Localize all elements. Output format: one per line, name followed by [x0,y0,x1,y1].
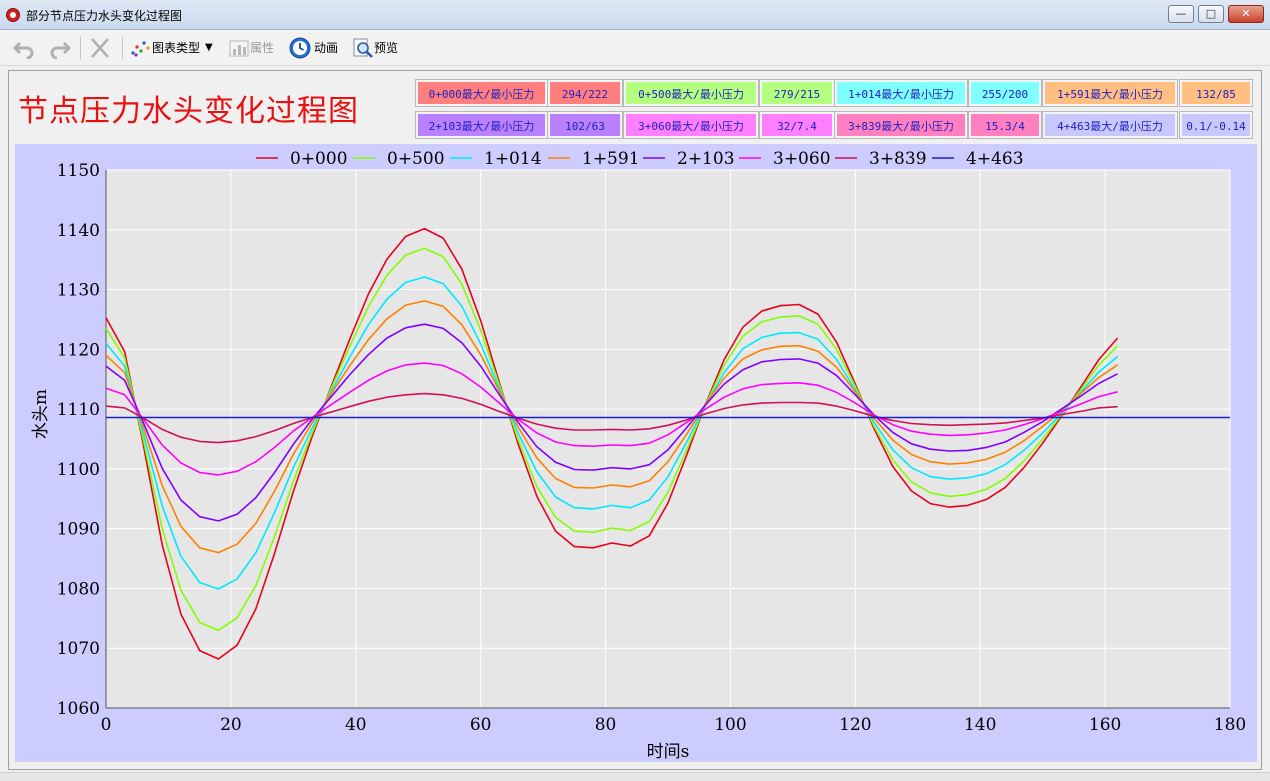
minimize-button[interactable]: — [1168,5,1194,23]
chart-type-button[interactable]: 图表类型 ▼ [130,36,213,60]
pressure-value-cell: 294/222 [547,79,623,107]
maximize-button[interactable]: □ [1198,5,1224,23]
redo-icon[interactable] [48,36,72,60]
animation-button[interactable]: 动画 [288,36,338,60]
pressure-label-cell: 3+060最大/最小压力 [623,111,759,139]
toolbar: 图表类型 ▼ 属性 动画 预览 [0,30,1270,66]
close-button[interactable]: ✕ [1228,5,1264,23]
properties-label: 属性 [250,41,275,55]
pressure-label-cell: 0+500最大/最小压力 [623,79,759,107]
delete-icon[interactable] [88,36,112,60]
preview-label: 预览 [374,41,399,55]
properties-button[interactable]: 属性 [228,36,274,60]
pressure-label-cell: 1+014最大/最小压力 [834,79,968,107]
preview-button[interactable]: 预览 [352,36,398,60]
pressure-value-cell: 32/7.4 [759,111,835,139]
bar-chart-icon [229,40,249,57]
window-title-bar: 部分节点压力水头变化过程图 — □ ✕ [0,0,1270,30]
pressure-label-cell: 3+839最大/最小压力 [834,111,968,139]
scatter-chart-icon [131,41,150,57]
pressure-value-cell: 102/63 [547,111,623,139]
plot-background [15,144,1257,762]
pressure-value-cell: 255/200 [968,79,1042,107]
window-title: 部分节点压力水头变化过程图 [26,9,183,23]
pressure-label-cell: 4+463最大/最小压力 [1042,111,1178,139]
chart-title: 节点压力水头变化过程图 [18,94,359,129]
animation-label: 动画 [314,41,339,55]
magnifier-icon [353,38,373,58]
clock-icon [289,37,311,59]
pressure-value-cell: 0.1/-0.14 [1179,111,1253,139]
pressure-label-cell: 0+000最大/最小压力 [415,79,548,107]
pressure-value-cell: 279/215 [759,79,835,107]
pressure-label-cell: 2+103最大/最小压力 [415,111,548,139]
undo-icon[interactable] [12,36,36,60]
app-icon [6,8,20,22]
pressure-label-cell: 1+591最大/最小压力 [1042,79,1178,107]
pressure-value-cell: 15.3/4 [968,111,1042,139]
pressure-value-cell: 132/85 [1179,79,1253,107]
chart-type-label: 图表类型 [152,41,201,55]
chevron-down-icon: ▼ [205,42,213,53]
